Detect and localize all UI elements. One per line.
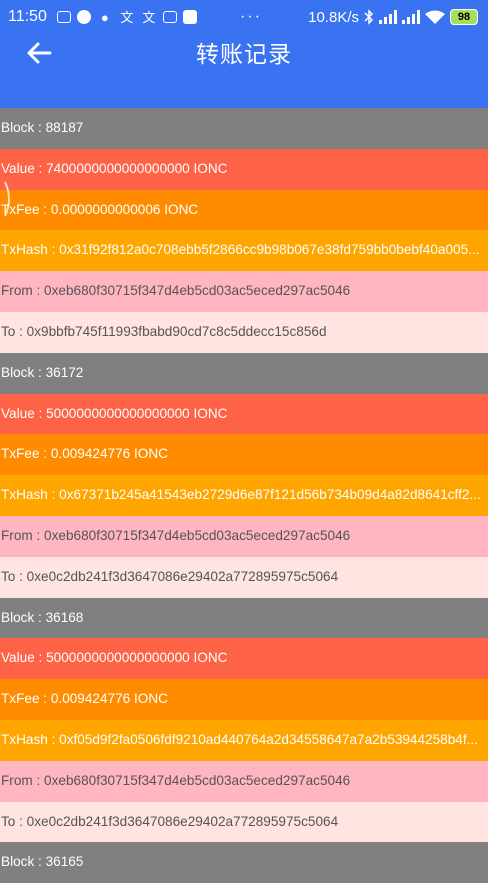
signal-icon <box>379 10 397 24</box>
record-block: Block : 36168 <box>0 597 488 639</box>
record-txhash: TxHash : 0x31f92f812a0c708ebb5f2866cc9b9… <box>0 230 488 272</box>
record-item[interactable]: Block : 36168 Value : 500000000000000000… <box>0 597 488 843</box>
bluetooth-icon <box>364 9 374 25</box>
record-to: To : 0xe0c2db241f3d3647086e29402a7728959… <box>0 556 488 598</box>
record-txhash: TxHash : 0x67371b245a41543eb2729d6e87f12… <box>0 475 488 516</box>
record-to: To : 0xe0c2db241f3d3647086e29402a7728959… <box>0 801 488 843</box>
video-app-icon <box>182 10 197 24</box>
record-item[interactable]: Block : 36172 Value : 500000000000000000… <box>0 352 488 598</box>
record-item[interactable]: Block : 36165 <box>0 842 488 883</box>
battery-indicator: 98 <box>450 9 478 25</box>
record-to: To : 0x9bbfb745f11993fbabd90cd7c8c5ddecc… <box>0 311 488 353</box>
page-title: 转账记录 <box>196 41 292 67</box>
status-time: 11:50 <box>8 8 47 25</box>
record-block: Block : 88187 <box>0 108 488 149</box>
keyboard-icon <box>56 11 71 23</box>
network-speed: 10.8K/s <box>308 8 359 26</box>
record-from: From : 0xeb680f30715f347d4eb5cd03ac5eced… <box>0 760 488 802</box>
record-value: Value : 5000000000000000000 IONC <box>0 393 488 435</box>
record-from: From : 0xeb680f30715f347d4eb5cd03ac5eced… <box>0 515 488 557</box>
record-block: Block : 36172 <box>0 352 488 394</box>
record-value: Value : 7400000000000000000 IONC <box>0 148 488 190</box>
status-bar: 11:50 ● 文 文 ··· 10.8K/s 98 <box>0 0 488 34</box>
status-bar-left: 11:50 ● 文 文 <box>8 0 197 34</box>
app-header: 11:50 ● 文 文 ··· 10.8K/s 98 转账记录 <box>0 0 488 108</box>
record-item[interactable]: Block : 88187 Value : 740000000000000000… <box>0 108 488 353</box>
record-txfee: TxFee : 0.0000000000006 IONC <box>0 189 488 231</box>
status-overflow: ··· <box>240 8 262 25</box>
record-value: Value : 5000000000000000000 IONC <box>0 638 488 680</box>
signal-icon-2 <box>402 10 420 24</box>
wifi-icon <box>425 10 445 24</box>
qq-icon: ● <box>100 9 109 25</box>
status-bar-right: 10.8K/s 98 <box>308 0 478 34</box>
record-from: From : 0xeb680f30715f347d4eb5cd03ac5eced… <box>0 271 488 312</box>
record-block: Block : 36165 <box>0 842 488 883</box>
record-txfee: TxFee : 0.009424776 IONC <box>0 434 488 476</box>
translate-icon-2: 文 <box>142 9 156 25</box>
transfer-record-list[interactable]: Block : 88187 Value : 740000000000000000… <box>0 108 488 883</box>
calculator-icon <box>162 11 177 23</box>
circle-app-icon <box>76 10 91 24</box>
record-txfee: TxFee : 0.009424776 IONC <box>0 679 488 720</box>
swipe-edge-indicator <box>4 181 10 217</box>
record-txhash: TxHash : 0xf05d9f2fa0506fdf9210ad440764a… <box>0 719 488 761</box>
translate-icon: 文 <box>120 9 134 25</box>
